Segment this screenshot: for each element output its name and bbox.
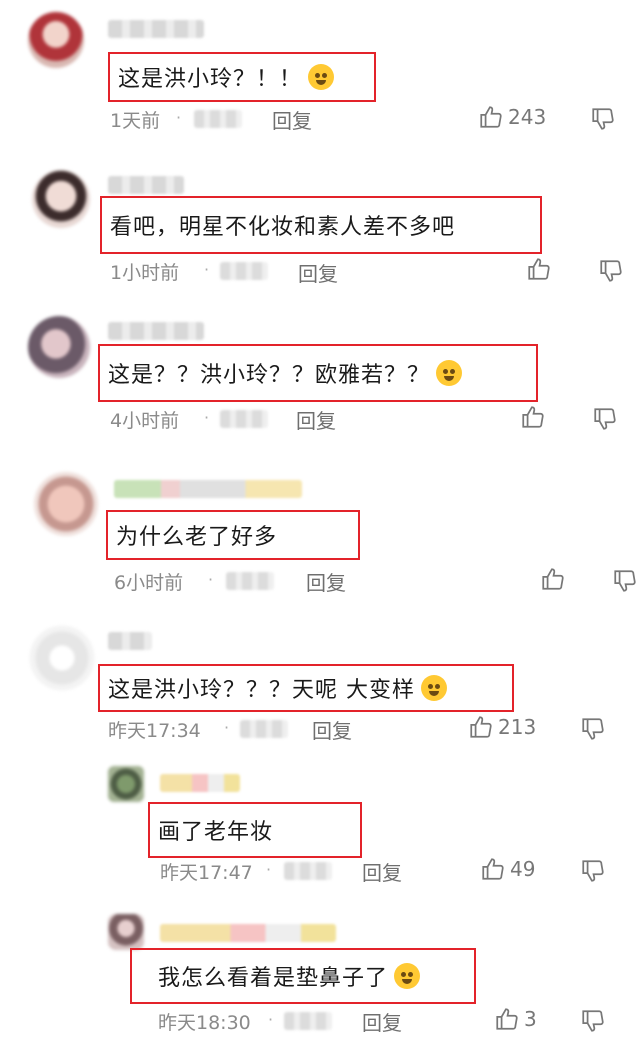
separator-dot: · [204,260,210,279]
thumbs-down-icon [590,106,616,132]
dislike-button[interactable] [598,258,624,284]
username[interactable] [160,924,336,942]
like-button[interactable] [526,256,552,282]
like-button[interactable]: 3 [494,1006,537,1032]
rolling-laughing-face-icon [394,963,421,989]
username[interactable] [114,480,302,498]
reply-button[interactable]: 回复 [296,405,336,434]
thumbs-up-icon [478,104,504,130]
reply-button[interactable]: 回复 [312,715,352,744]
reply-button[interactable]: 回复 [362,857,402,886]
comment-text-box: 这是洪小玲？？？天呢 大变样 [98,664,514,712]
thumbs-down-icon [580,858,606,884]
ip-location [194,110,242,128]
ip-location [240,720,288,738]
avatar[interactable] [34,472,98,536]
like-count: 3 [524,1007,537,1031]
like-button[interactable] [520,404,546,430]
timestamp: 1天前 [110,110,161,132]
comment-text: 这是洪小玲？！！ [118,67,303,92]
dislike-button[interactable] [590,106,616,132]
username[interactable] [108,322,204,340]
reply-button[interactable]: 回复 [298,258,338,287]
timestamp: 昨天18:30 [158,1012,251,1034]
avatar[interactable] [28,12,84,68]
thumbs-down-icon [580,716,606,742]
separator-dot: · [176,108,182,127]
dislike-button[interactable] [612,568,638,594]
avatar[interactable] [30,626,94,690]
like-count: 213 [498,715,537,739]
ip-location [284,1012,332,1030]
separator-dot: · [266,860,272,879]
comment-text-box: 这是洪小玲？！！ [108,52,376,102]
reply-button[interactable]: 回复 [306,567,346,596]
comment-text: 这是洪小玲？？？天呢 大变样 [108,678,415,703]
reply-button[interactable]: 回复 [362,1007,402,1036]
like-button[interactable]: 243 [478,104,546,130]
thumbs-up-icon [526,256,552,282]
comment-text-box: 我怎么看着是垫鼻子了 [130,948,476,1004]
rolling-laughing-face-icon [421,675,447,701]
comment-text-box: 看吧，明星不化妆和素人差不多吧 [100,196,542,254]
avatar[interactable] [32,170,90,228]
ip-location [220,262,268,280]
like-button[interactable]: 49 [480,856,535,882]
thumbs-up-icon [494,1006,520,1032]
thumbs-up-icon [540,566,566,592]
username[interactable] [108,20,204,38]
thumbs-up-icon [480,856,506,882]
timestamp: 6小时前 [114,572,184,594]
like-count: 243 [508,105,547,129]
separator-dot: · [204,408,210,427]
dislike-button[interactable] [592,406,618,432]
like-button[interactable] [540,566,566,592]
thumbs-down-icon [580,1008,606,1034]
separator-dot: · [268,1010,274,1029]
dislike-button[interactable] [580,716,606,742]
comment-text: 这是？？洪小玲？？欧雅若？？ [108,363,431,388]
dislike-button[interactable] [580,858,606,884]
crying-face-icon [308,64,335,90]
ip-location [220,410,268,428]
comment-text-box: 画了老年妆 [148,802,362,858]
avatar[interactable] [108,766,144,802]
dislike-button[interactable] [580,1008,606,1034]
thumbs-up-icon [468,714,494,740]
thumbs-down-icon [598,258,624,284]
comment-text: 看吧，明星不化妆和素人差不多吧 [110,215,456,240]
ip-location [226,572,274,590]
username[interactable] [108,632,152,650]
timestamp: 昨天17:47 [160,862,253,884]
avatar[interactable] [28,316,90,378]
comment-text: 我怎么看着是垫鼻子了 [158,966,389,991]
separator-dot: · [208,570,214,589]
comment-text-box: 这是？？洪小玲？？欧雅若？？ [98,344,538,402]
separator-dot: · [224,718,230,737]
timestamp: 昨天17:34 [108,720,201,742]
timestamp: 1小时前 [110,262,180,284]
like-button[interactable]: 213 [468,714,536,740]
timestamp: 4小时前 [110,410,180,432]
username[interactable] [160,774,240,792]
ip-location [284,862,332,880]
comment-text: 画了老年妆 [158,820,274,845]
thumbs-up-icon [520,404,546,430]
thumbs-down-icon [592,406,618,432]
reply-button[interactable]: 回复 [272,105,312,134]
username[interactable] [108,176,184,194]
thumbs-down-icon [612,568,638,594]
avatar[interactable] [108,914,144,950]
comment-text: 为什么老了好多 [116,525,278,550]
like-count: 49 [510,857,536,881]
pleading-face-icon [436,360,463,386]
comment-text-box: 为什么老了好多 [106,510,360,560]
